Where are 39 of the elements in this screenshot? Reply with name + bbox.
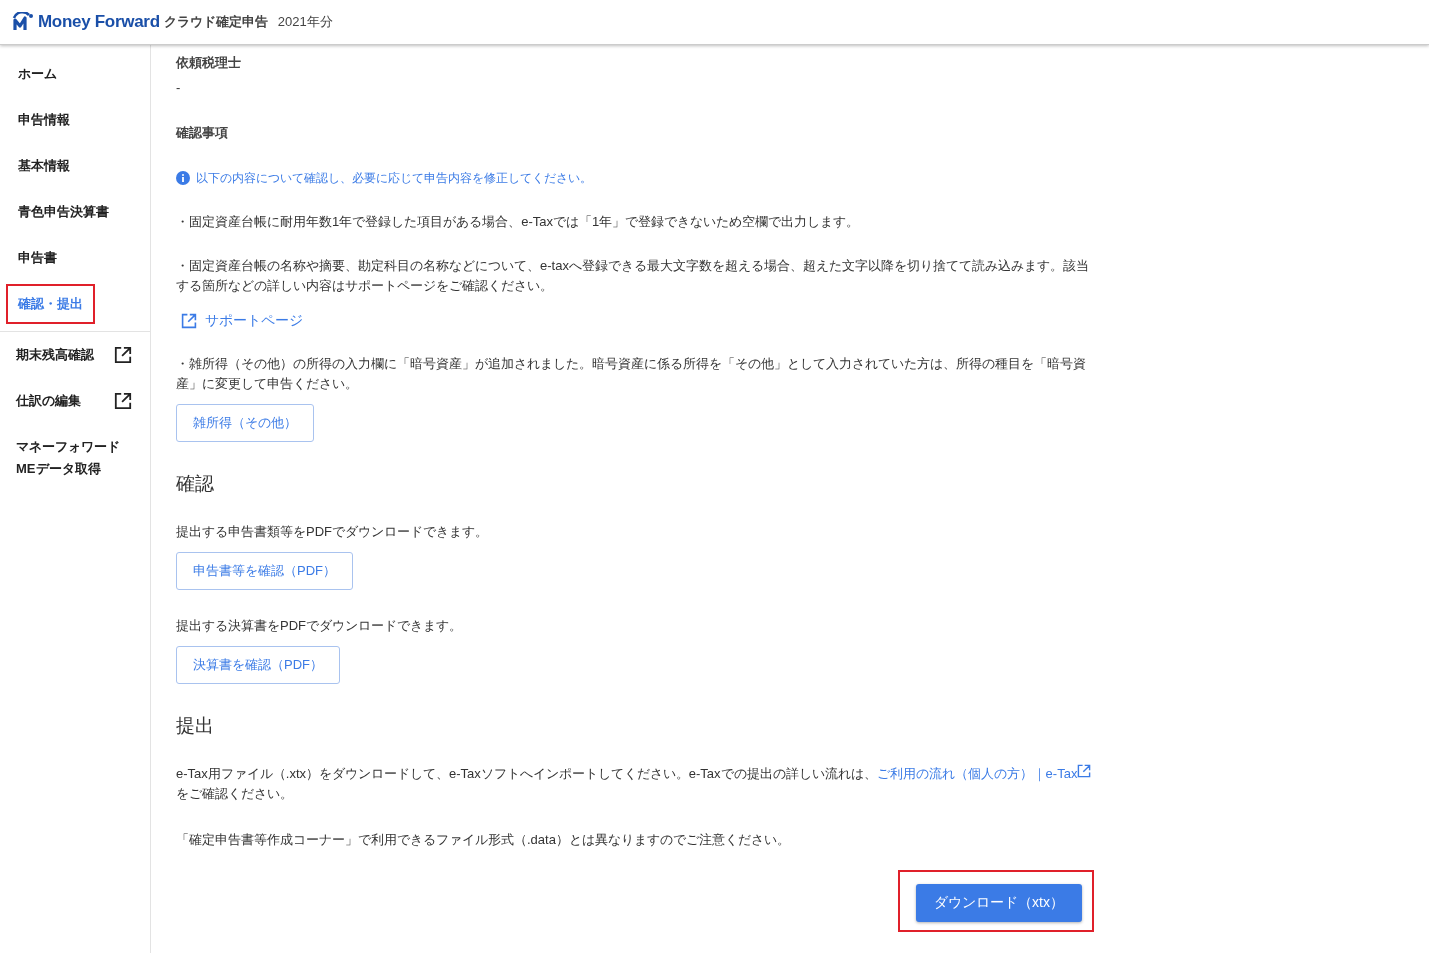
sidebar-item[interactable]: 仕訳の編集 [0,378,150,424]
outline-button[interactable]: 決算書を確認（PDF） [176,646,340,684]
notice-text: ・固定資産台帳に耐用年数1年で登録した項目がある場合、e-Taxでは「1年」で登録できないため空欄で出力します。 [176,213,860,231]
tax-year: 2021年分 [277,13,333,31]
description-text: 提出する申告書類等をPDFでダウンロードできます。 [176,523,488,541]
external-link-icon [114,346,132,364]
description-text: e-Tax用ファイル（.xtx）をダウンロードして、e-Taxソフトへインポートしてください。e-Taxでの提出の詳しい流れは、ご利用の流れ（個人の方）｜e-Tax をご確認ください。 [176,764,1094,804]
sidebar-item-label: マネーフォワード MEデータ取得 [16,438,120,478]
sidebar-item[interactable]: 期末残高確認 [0,332,150,378]
info-message: 以下の内容について確認し、必要に応じて申告内容を修正してください。 [196,170,592,187]
brand-name: Money Forward [38,12,160,32]
info-icon [176,171,190,185]
section-heading: 提出 [176,714,214,738]
sidebar-item[interactable]: 基本情報 [0,143,150,189]
usage-flow-link[interactable]: ご利用の流れ（個人の方）｜e-Tax [876,766,1092,781]
outline-button[interactable]: 申告書等を確認（PDF） [176,552,353,590]
external-link-icon [181,313,197,329]
external-link-icon [1077,764,1092,778]
sidebar-item[interactable]: 申告情報 [0,97,150,143]
logo-icon [12,12,34,32]
field-value: - [176,79,181,97]
notice-text: ・固定資産台帳の名称や摘要、勘定科目の名称などについて、e-taxへ登録できる最大文字数を超える場合、超えた文字以降を切り捨てて読み込みます。該当する箇所などの詳しい内容はサポートページをご確認ください。 [176,257,1090,295]
download-button[interactable]: ダウンロード（xtx） [916,884,1082,922]
support-link[interactable]: サポートページ [181,312,303,330]
sidebar-item[interactable]: ホーム [0,51,150,97]
sidebar-item[interactable]: マネーフォワード MEデータ取得 [0,424,150,492]
description-text: 提出する決算書をPDFでダウンロードできます。 [176,617,462,635]
product-name: クラウド確定申告 [163,13,268,31]
field-label: 確認事項 [176,124,228,142]
notice-text: ・雑所得（その他）の所得の入力欄に「暗号資産」が追加されました。暗号資産に係る所得を「その他」として入力されていた方は、所得の種目を「暗号資産」に変更して申告ください。 [176,355,1087,393]
sidebar-item[interactable]: 申告書 [0,235,150,281]
sidebar-item-label: 仕訳の編集 [16,392,81,410]
section-heading: 確認 [176,472,214,496]
sidebar-item[interactable]: 青色申告決算書 [0,189,150,235]
outline-button[interactable]: 雑所得（その他） [176,404,314,442]
external-link-icon [114,392,132,410]
description-text: 「確定申告書等作成コーナー」で利用できるファイル形式（.data）とは異なりますのでご注意ください。 [176,831,790,849]
field-label: 依頼税理士 [176,54,241,72]
sidebar-item-label: 期末残高確認 [16,346,94,364]
